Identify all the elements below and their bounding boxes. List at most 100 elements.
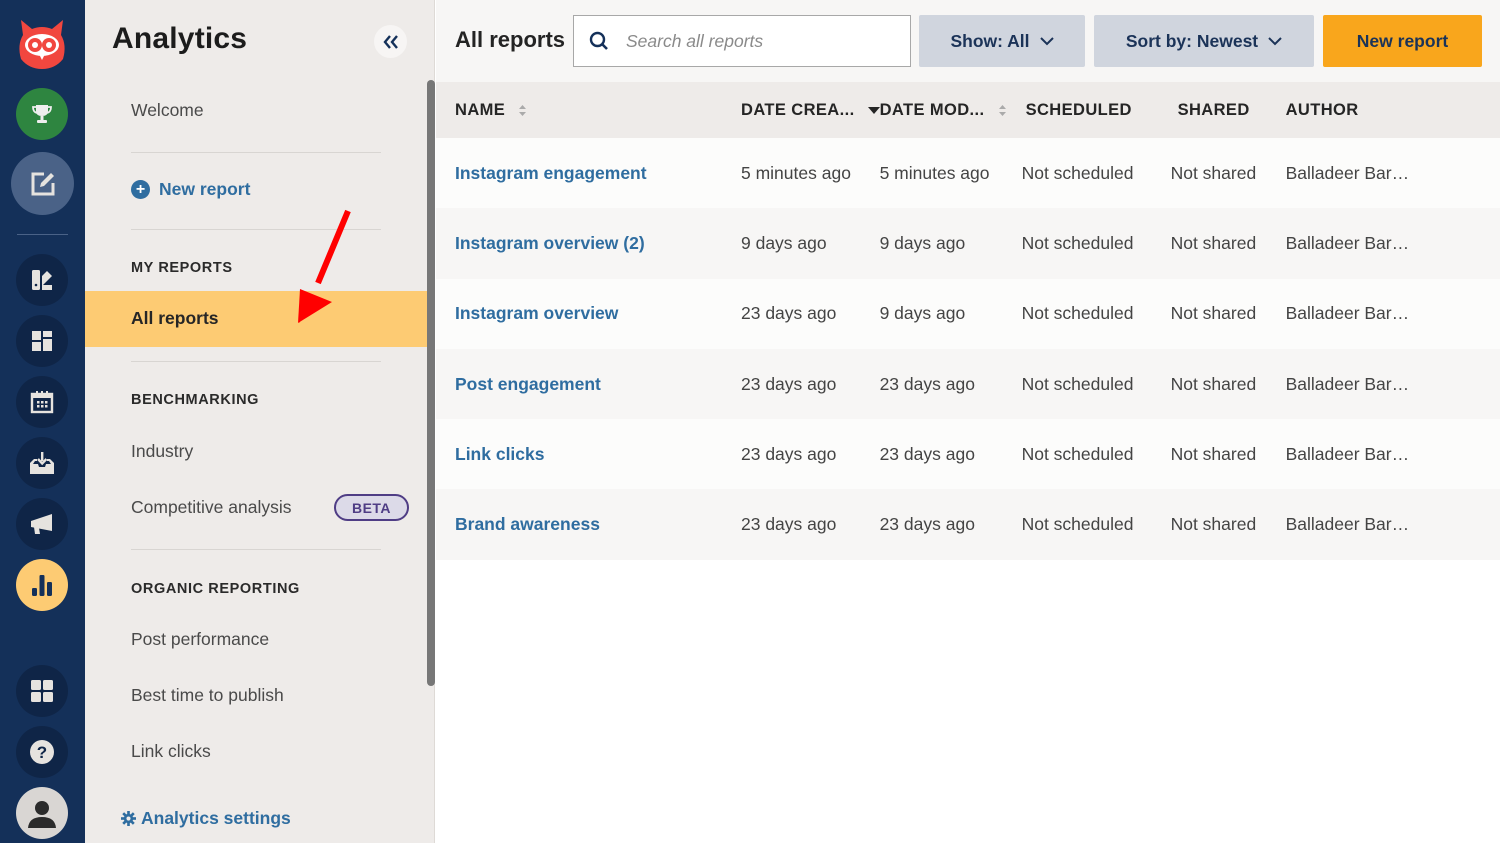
report-name-link[interactable]: Link clicks: [455, 444, 545, 464]
rail-apps-button[interactable]: [16, 665, 68, 717]
page-title: All reports: [455, 27, 566, 52]
chevron-down-icon: [1268, 36, 1282, 45]
table-row[interactable]: Instagram engagement 5 minutes ago 5 minut…: [436, 138, 1500, 209]
inbox-icon: [30, 452, 54, 474]
rail-streams-button[interactable]: [16, 254, 68, 306]
cell-shared: Not shared: [1170, 373, 1257, 394]
analytics-settings-link[interactable]: Analytics settings: [121, 808, 291, 829]
section-organic-reporting: ORGANIC REPORTING: [131, 581, 300, 597]
column-header-scheduled: SCHEDULED: [1025, 100, 1132, 119]
analytics-sidebar: Analytics Welcome + New report MY REPORT…: [85, 0, 435, 843]
cell-scheduled: Not scheduled: [1021, 514, 1134, 535]
reports-table-body: Instagram engagement 5 minutes ago 5 minut…: [436, 138, 1500, 560]
rail-inbox-button[interactable]: [16, 437, 68, 489]
show-filter-label: Show: All: [950, 30, 1030, 51]
sidebar-item-link-clicks[interactable]: Link clicks: [131, 741, 211, 762]
new-report-button[interactable]: New report: [1323, 15, 1482, 67]
gear-icon: [121, 811, 136, 826]
collapse-sidebar-button[interactable]: [374, 25, 407, 58]
sidebar-title: Analytics: [112, 22, 248, 55]
rail-compose-button[interactable]: [11, 152, 74, 215]
rail-analytics-button[interactable]: [16, 559, 68, 611]
report-name-link[interactable]: Instagram overview: [455, 303, 618, 323]
report-name-link[interactable]: Post engagement: [455, 374, 601, 394]
rail-advertise-button[interactable]: [16, 498, 68, 550]
sidebar-divider: [131, 152, 381, 153]
table-row[interactable]: Brand awareness 23 days ago 23 days ago Not…: [436, 489, 1500, 560]
column-header-shared: SHARED: [1177, 100, 1250, 119]
sort-dropdown[interactable]: Sort by: Newest: [1094, 15, 1314, 67]
cell-date-created: 23 days ago: [741, 443, 837, 464]
calendar-icon: [30, 391, 54, 414]
rail-planner-button[interactable]: [16, 376, 68, 428]
cell-date-created: 23 days ago: [741, 373, 837, 394]
cell-date-modified: 23 days ago: [879, 514, 975, 535]
megaphone-icon: [31, 514, 52, 534]
cell-scheduled: Not scheduled: [1021, 373, 1134, 394]
sidebar-item-industry[interactable]: Industry: [131, 441, 193, 462]
column-header-name[interactable]: NAME: [436, 82, 741, 138]
rail-dashboard-button[interactable]: [16, 315, 68, 367]
sidebar-item-all-reports[interactable]: All reports: [85, 291, 427, 347]
beta-badge: BETA: [334, 494, 409, 521]
table-header-row: NAME DATE CREA... DATE MOD... SCHEDULED …: [436, 82, 1500, 138]
section-my-reports: MY REPORTS: [131, 260, 233, 276]
search-icon: [588, 30, 610, 52]
cell-scheduled: Not scheduled: [1021, 232, 1134, 253]
cell-scheduled: Not scheduled: [1021, 443, 1134, 464]
cell-author: Balladeer Bar…: [1285, 373, 1410, 394]
sort-descending-icon: [867, 106, 880, 114]
table-row[interactable]: Link clicks 23 days ago 23 days ago Not sch…: [436, 419, 1500, 490]
streams-icon: [32, 270, 52, 290]
report-name-cell: Post engagement: [436, 349, 741, 419]
table-row[interactable]: Instagram overview (2) 9 days ago 9 days a…: [436, 208, 1500, 279]
cell-author: Balladeer Bar…: [1285, 514, 1410, 535]
owl-logo-icon: [19, 20, 65, 69]
chevron-down-icon: [1039, 36, 1054, 45]
search-box[interactable]: [573, 15, 911, 67]
table-row[interactable]: Instagram overview 23 days ago 9 days ago N…: [436, 278, 1500, 349]
column-header-date-modified[interactable]: DATE MOD...: [880, 82, 1022, 138]
help-icon: ?: [30, 740, 54, 764]
section-benchmarking: BENCHMARKING: [131, 392, 260, 408]
cell-date-modified: 5 minutes ago: [879, 162, 990, 183]
cell-shared: Not shared: [1170, 303, 1257, 324]
sidebar-new-report-link[interactable]: + New report: [131, 179, 250, 200]
report-name-link[interactable]: Instagram engagement: [455, 163, 647, 183]
rail-help-button[interactable]: ?: [16, 726, 68, 778]
show-filter-dropdown[interactable]: Show: All: [919, 15, 1085, 67]
analytics-settings-label: Analytics settings: [141, 808, 291, 828]
search-input[interactable]: [626, 30, 896, 52]
sidebar-divider: [131, 229, 381, 230]
report-name-link[interactable]: Instagram overview (2): [455, 233, 645, 253]
report-name-cell: Brand awareness: [436, 489, 741, 559]
cell-author: Balladeer Bar…: [1285, 232, 1410, 253]
hootsuite-owl-logo[interactable]: [14, 14, 70, 70]
reports-table: NAME DATE CREA... DATE MOD... SCHEDULED …: [436, 82, 1500, 560]
report-name-cell: Instagram overview (2): [436, 208, 741, 278]
sidebar-item-welcome[interactable]: Welcome: [131, 100, 204, 121]
report-name-link[interactable]: Brand awareness: [455, 514, 600, 534]
rail-profile-button[interactable]: [16, 787, 68, 839]
sidebar-scrollbar[interactable]: [427, 80, 435, 686]
column-header-date-created[interactable]: DATE CREA...: [741, 82, 880, 138]
apps-grid-icon: [31, 680, 53, 702]
sidebar-item-post-performance[interactable]: Post performance: [131, 629, 269, 650]
cell-scheduled: Not scheduled: [1021, 303, 1134, 324]
report-name-cell: Link clicks: [436, 419, 741, 489]
rail-achievements-button[interactable]: [16, 88, 68, 140]
app-rail: ?: [0, 0, 85, 843]
cell-author: Balladeer Bar…: [1285, 303, 1410, 324]
avatar-icon: [28, 801, 56, 828]
cell-date-modified: 9 days ago: [879, 232, 966, 253]
sidebar-item-competitive-analysis[interactable]: Competitive analysis: [131, 497, 291, 518]
sort-unsorted-icon: [998, 104, 1006, 116]
sidebar-new-report-label: New report: [159, 179, 251, 199]
sidebar-item-label: All reports: [131, 308, 219, 328]
report-name-cell: Instagram engagement: [436, 138, 741, 208]
cell-scheduled: Not scheduled: [1021, 162, 1134, 183]
sidebar-item-best-time-to-publish[interactable]: Best time to publish: [131, 685, 284, 706]
table-row[interactable]: Post engagement 23 days ago 23 days ago Not…: [436, 348, 1500, 420]
cell-author: Balladeer Bar…: [1285, 443, 1410, 464]
rail-divider: [17, 234, 68, 235]
